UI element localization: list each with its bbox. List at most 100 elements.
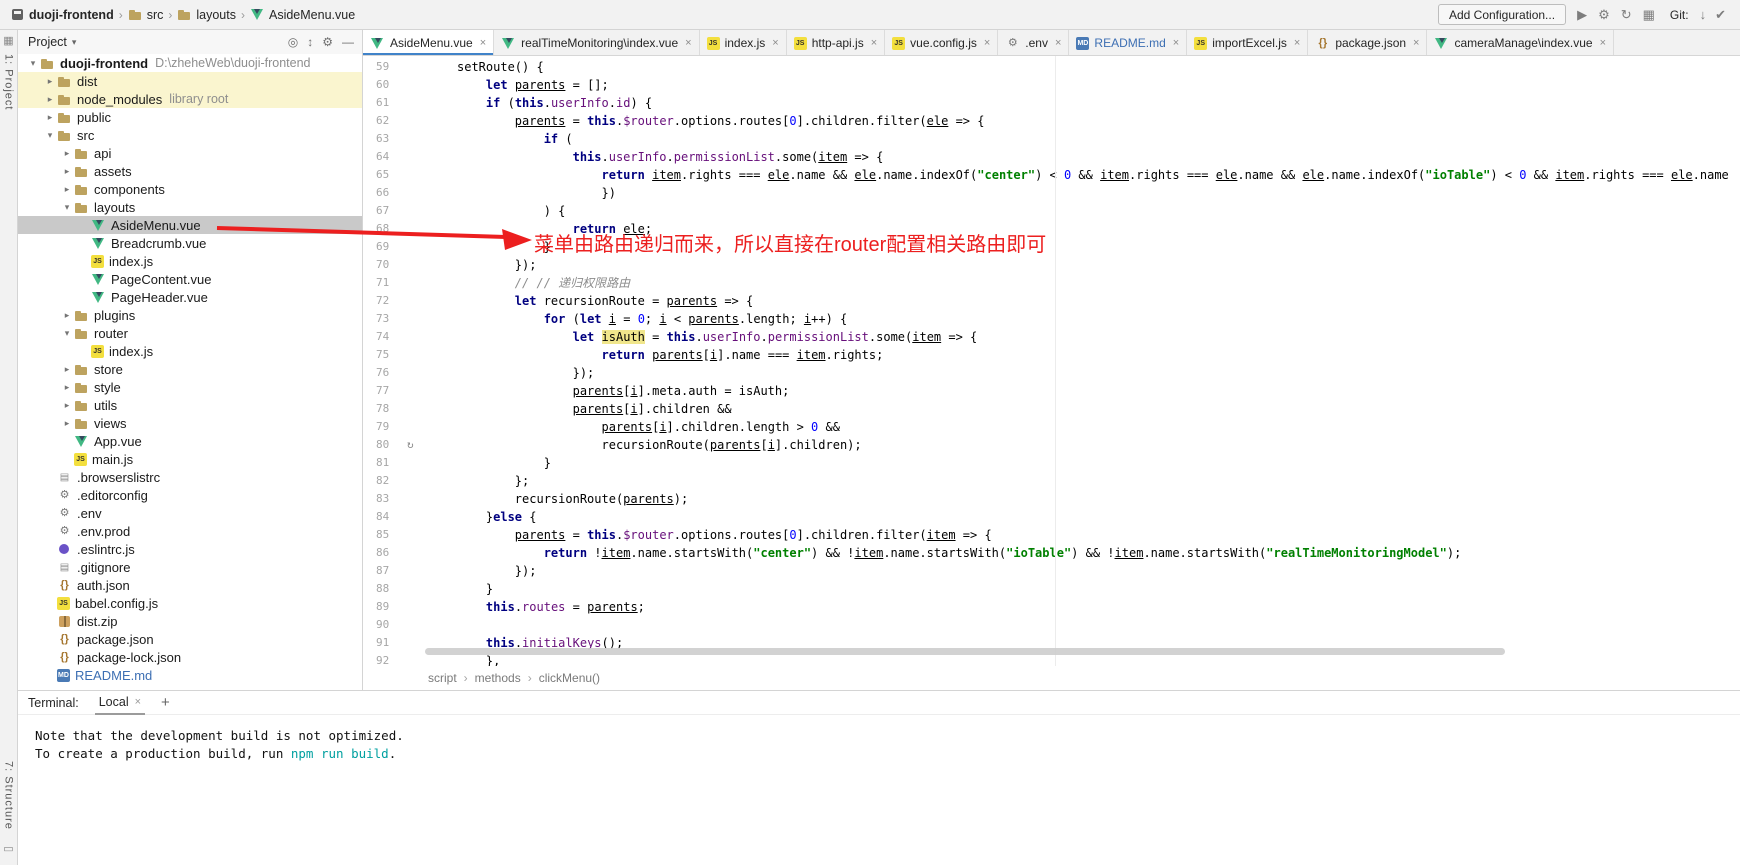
expand-collapse-icon[interactable]: ↕: [307, 36, 313, 48]
editor-breadcrumb-item[interactable]: script: [428, 671, 457, 685]
chevron-icon[interactable]: ▾: [43, 130, 57, 141]
tree-item-store[interactable]: ▸store: [18, 360, 362, 378]
breadcrumb-item[interactable]: layouts: [177, 8, 236, 22]
chevron-icon[interactable]: ▸: [60, 418, 74, 429]
tree-item-src[interactable]: ▾src: [18, 126, 362, 144]
terminal-tab-local[interactable]: Local ×: [95, 691, 145, 715]
git-commit-icon[interactable]: ✔: [1715, 8, 1726, 21]
code-line[interactable]: 72 let recursionRoute = parents => {: [363, 292, 1740, 310]
code-line[interactable]: 75 return parents[i].name === item.right…: [363, 346, 1740, 364]
tree-item-duoji-frontend[interactable]: ▾duoji-frontendD:\zheheWeb\duoji-fronten…: [18, 54, 362, 72]
new-terminal-button[interactable]: +: [161, 694, 170, 711]
tab-vue.config.js[interactable]: JSvue.config.js×: [885, 30, 998, 56]
tab-AsideMenu.vue[interactable]: AsideMenu.vue×: [363, 30, 494, 56]
close-icon[interactable]: ×: [984, 37, 990, 49]
code-line[interactable]: 63 if (: [363, 130, 1740, 148]
tree-item-style[interactable]: ▸style: [18, 378, 362, 396]
tab-http-api.js[interactable]: JShttp-api.js×: [787, 30, 885, 56]
settings-icon[interactable]: ⚙: [1598, 8, 1610, 21]
tree-item-public[interactable]: ▸public: [18, 108, 362, 126]
code-line[interactable]: 79 parents[i].children.length > 0 &&: [363, 418, 1740, 436]
code-line[interactable]: 60 let parents = [];: [363, 76, 1740, 94]
tree-item-PageHeader.vue[interactable]: PageHeader.vue: [18, 288, 362, 306]
tree-item-.env[interactable]: ⚙.env: [18, 504, 362, 522]
tree-item-router[interactable]: ▾router: [18, 324, 362, 342]
close-icon[interactable]: ×: [772, 37, 778, 49]
tree-item-.editorconfig[interactable]: ⚙.editorconfig: [18, 486, 362, 504]
tree-item-index.js[interactable]: JSindex.js: [18, 342, 362, 360]
code-line[interactable]: 59setRoute() {: [363, 58, 1740, 76]
tree-item-App.vue[interactable]: App.vue: [18, 432, 362, 450]
code-line[interactable]: 62 parents = this.$router.options.routes…: [363, 112, 1740, 130]
tab-realTimeMonitoring\index.vue[interactable]: realTimeMonitoring\index.vue×: [494, 30, 699, 56]
code-line[interactable]: 78 parents[i].children &&: [363, 400, 1740, 418]
tab-package.json[interactable]: {}package.json×: [1308, 30, 1427, 56]
code-line[interactable]: 81 }: [363, 454, 1740, 472]
chevron-icon[interactable]: ▸: [43, 76, 57, 87]
close-icon[interactable]: ×: [1294, 37, 1300, 49]
code-line[interactable]: 88 }: [363, 580, 1740, 598]
tree-item-assets[interactable]: ▸assets: [18, 162, 362, 180]
breadcrumb-item[interactable]: src: [128, 8, 164, 22]
chevron-icon[interactable]: ▾: [60, 328, 74, 339]
project-toolwindow-button[interactable]: 1: Project: [3, 54, 15, 110]
editor-breadcrumb-item[interactable]: clickMenu(): [539, 671, 600, 685]
code-line[interactable]: 61 if (this.userInfo.id) {: [363, 94, 1740, 112]
code-line[interactable]: 77 parents[i].meta.auth = isAuth;: [363, 382, 1740, 400]
breadcrumb-item[interactable]: AsideMenu.vue: [250, 8, 355, 22]
tree-item-README.md[interactable]: MDREADME.md: [18, 666, 362, 684]
tree-item-index.js[interactable]: JSindex.js: [18, 252, 362, 270]
code-line[interactable]: 85 parents = this.$router.options.routes…: [363, 526, 1740, 544]
structure-toolwindow-button[interactable]: 7: Structure: [3, 761, 15, 830]
close-icon[interactable]: ×: [871, 37, 877, 49]
tree-item-AsideMenu.vue[interactable]: AsideMenu.vue: [18, 216, 362, 234]
project-panel-title[interactable]: Project: [28, 35, 67, 49]
breadcrumb-item[interactable]: duoji-frontend: [10, 8, 114, 22]
run-icon[interactable]: ▶: [1577, 8, 1587, 21]
tree-item-utils[interactable]: ▸utils: [18, 396, 362, 414]
close-icon[interactable]: ×: [1413, 37, 1419, 49]
code-line[interactable]: 82 };: [363, 472, 1740, 490]
chevron-icon[interactable]: ▸: [60, 184, 74, 195]
chevron-icon[interactable]: ▸: [60, 166, 74, 177]
tab-importExcel.js[interactable]: JSimportExcel.js×: [1187, 30, 1308, 56]
code-line[interactable]: 76 });: [363, 364, 1740, 382]
tab-README.md[interactable]: MDREADME.md×: [1069, 30, 1187, 56]
tab-.env[interactable]: ⚙.env×: [998, 30, 1069, 56]
chevron-icon[interactable]: ▾: [26, 58, 40, 69]
code-line[interactable]: 67 ) {: [363, 202, 1740, 220]
close-icon[interactable]: ×: [1173, 37, 1179, 49]
close-icon[interactable]: ×: [1600, 37, 1606, 49]
chevron-icon[interactable]: ▸: [60, 382, 74, 393]
tab-index.js[interactable]: JSindex.js×: [700, 30, 787, 56]
tree-item-layouts[interactable]: ▾layouts: [18, 198, 362, 216]
project-toolwindow-icon[interactable]: ▦: [3, 36, 13, 47]
close-icon[interactable]: ×: [135, 696, 141, 708]
tree-item-.browserslistrc[interactable]: ▤.browserslistrc: [18, 468, 362, 486]
tree-item-PageContent.vue[interactable]: PageContent.vue: [18, 270, 362, 288]
code-line[interactable]: 65 return item.rights === ele.name && el…: [363, 166, 1740, 184]
tree-item-Breadcrumb.vue[interactable]: Breadcrumb.vue: [18, 234, 362, 252]
code-line[interactable]: 74 let isAuth = this.userInfo.permission…: [363, 328, 1740, 346]
tree-item-dist.zip[interactable]: dist.zip: [18, 612, 362, 630]
code-line[interactable]: 90: [363, 616, 1740, 634]
chevron-icon[interactable]: ▸: [43, 94, 57, 105]
code-line[interactable]: 64 this.userInfo.permissionList.some(ite…: [363, 148, 1740, 166]
add-configuration-button[interactable]: Add Configuration...: [1438, 4, 1566, 25]
chevron-icon[interactable]: ▸: [60, 364, 74, 375]
editor-breadcrumb-item[interactable]: methods: [475, 671, 521, 685]
chevron-icon[interactable]: ▸: [60, 148, 74, 159]
code-line[interactable]: 89 this.routes = parents;: [363, 598, 1740, 616]
code-line[interactable]: 70 });: [363, 256, 1740, 274]
locate-icon[interactable]: ◎: [288, 36, 298, 48]
tree-item-package-lock.json[interactable]: {}package-lock.json: [18, 648, 362, 666]
tree-item-node_modules[interactable]: ▸node_moduleslibrary root: [18, 90, 362, 108]
code-line[interactable]: 73 for (let i = 0; i < parents.length; i…: [363, 310, 1740, 328]
code-line[interactable]: 71 // // 递归权限路由: [363, 274, 1740, 292]
close-icon[interactable]: ×: [1055, 37, 1061, 49]
tree-item-.env.prod[interactable]: ⚙.env.prod: [18, 522, 362, 540]
tree-item-package.json[interactable]: {}package.json: [18, 630, 362, 648]
tree-item-views[interactable]: ▸views: [18, 414, 362, 432]
tab-cameraManage\index.vue[interactable]: cameraManage\index.vue×: [1427, 30, 1614, 56]
hide-icon[interactable]: ―: [342, 36, 354, 48]
